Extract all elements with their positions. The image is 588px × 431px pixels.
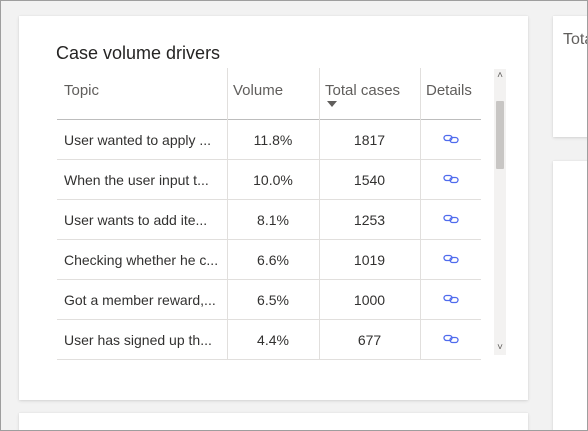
column-header-topic[interactable]: Topic [57, 68, 227, 120]
total-cases-cell: 1540 [319, 160, 420, 200]
card-title: Case volume drivers [56, 43, 221, 63]
scroll-up-icon[interactable]: ˄ [494, 69, 506, 83]
table-scrollbar[interactable]: ˄ ˅ [494, 69, 506, 355]
table-row[interactable]: Got a member reward,... 6.5% 1000 [57, 280, 481, 320]
details-cell [420, 200, 481, 240]
scroll-thumb[interactable] [496, 101, 504, 169]
total-cases-cell: 1253 [319, 200, 420, 240]
topic-cell: User wanted to apply ... [64, 132, 212, 148]
column-header-label: Details [426, 82, 472, 99]
volume-cell: 6.6% [227, 240, 319, 280]
column-header-label: Topic [64, 82, 100, 99]
lower-card [19, 413, 528, 431]
total-cases-cell: 1000 [319, 280, 420, 320]
table-row[interactable]: User wanted to apply ... 11.8% 1817 [57, 120, 481, 160]
volume-cell: 4.4% [227, 320, 319, 360]
volume-cell: 11.8% [227, 120, 319, 160]
right-card-title: Tota [563, 31, 588, 48]
right-top-card: Tota [553, 16, 588, 137]
table-row[interactable]: Checking whether he c... 6.6% 1019 [57, 240, 481, 280]
total-cases-cell: 1817 [319, 120, 420, 160]
volume-cell: 8.1% [227, 200, 319, 240]
link-icon[interactable] [442, 240, 459, 279]
link-icon[interactable] [442, 160, 459, 199]
table-header: Topic Volume Total cases Details [57, 68, 481, 120]
link-icon[interactable] [442, 280, 459, 319]
total-cases-cell: 677 [319, 320, 420, 360]
column-header-label: Total cases [325, 82, 401, 99]
details-cell [420, 320, 481, 360]
link-icon[interactable] [442, 200, 459, 239]
case-volume-table: Topic Volume Total cases Details User wa… [57, 68, 481, 360]
scroll-down-icon[interactable]: ˅ [494, 341, 506, 355]
table-row[interactable]: User wants to add ite... 8.1% 1253 [57, 200, 481, 240]
volume-cell: 10.0% [227, 160, 319, 200]
table-body: User wanted to apply ... 11.8% 1817 When… [57, 120, 481, 360]
table-row[interactable]: When the user input t... 10.0% 1540 [57, 160, 481, 200]
column-header-label: Volume [233, 82, 284, 99]
topic-cell: User wants to add ite... [64, 212, 208, 228]
link-icon[interactable] [442, 120, 459, 159]
details-cell [420, 120, 481, 160]
link-icon[interactable] [442, 320, 459, 359]
details-cell [420, 160, 481, 200]
table-row[interactable]: User has signed up th... 4.4% 677 [57, 320, 481, 360]
topic-cell: Checking whether he c... [64, 252, 219, 268]
volume-cell: 6.5% [227, 280, 319, 320]
topic-cell: When the user input t... [64, 172, 209, 188]
sort-descending-icon [327, 101, 337, 107]
total-cases-cell: 1019 [319, 240, 420, 280]
right-bottom-card [553, 161, 588, 431]
case-volume-drivers-card: Case volume drivers Topic Volume Total c… [19, 16, 528, 400]
topic-cell: User has signed up th... [64, 332, 212, 348]
column-header-details[interactable]: Details [420, 68, 481, 120]
details-cell [420, 280, 481, 320]
topic-cell: Got a member reward,... [64, 292, 216, 308]
column-header-volume[interactable]: Volume [227, 68, 319, 120]
details-cell [420, 240, 481, 280]
column-header-total-cases[interactable]: Total cases [319, 68, 420, 120]
